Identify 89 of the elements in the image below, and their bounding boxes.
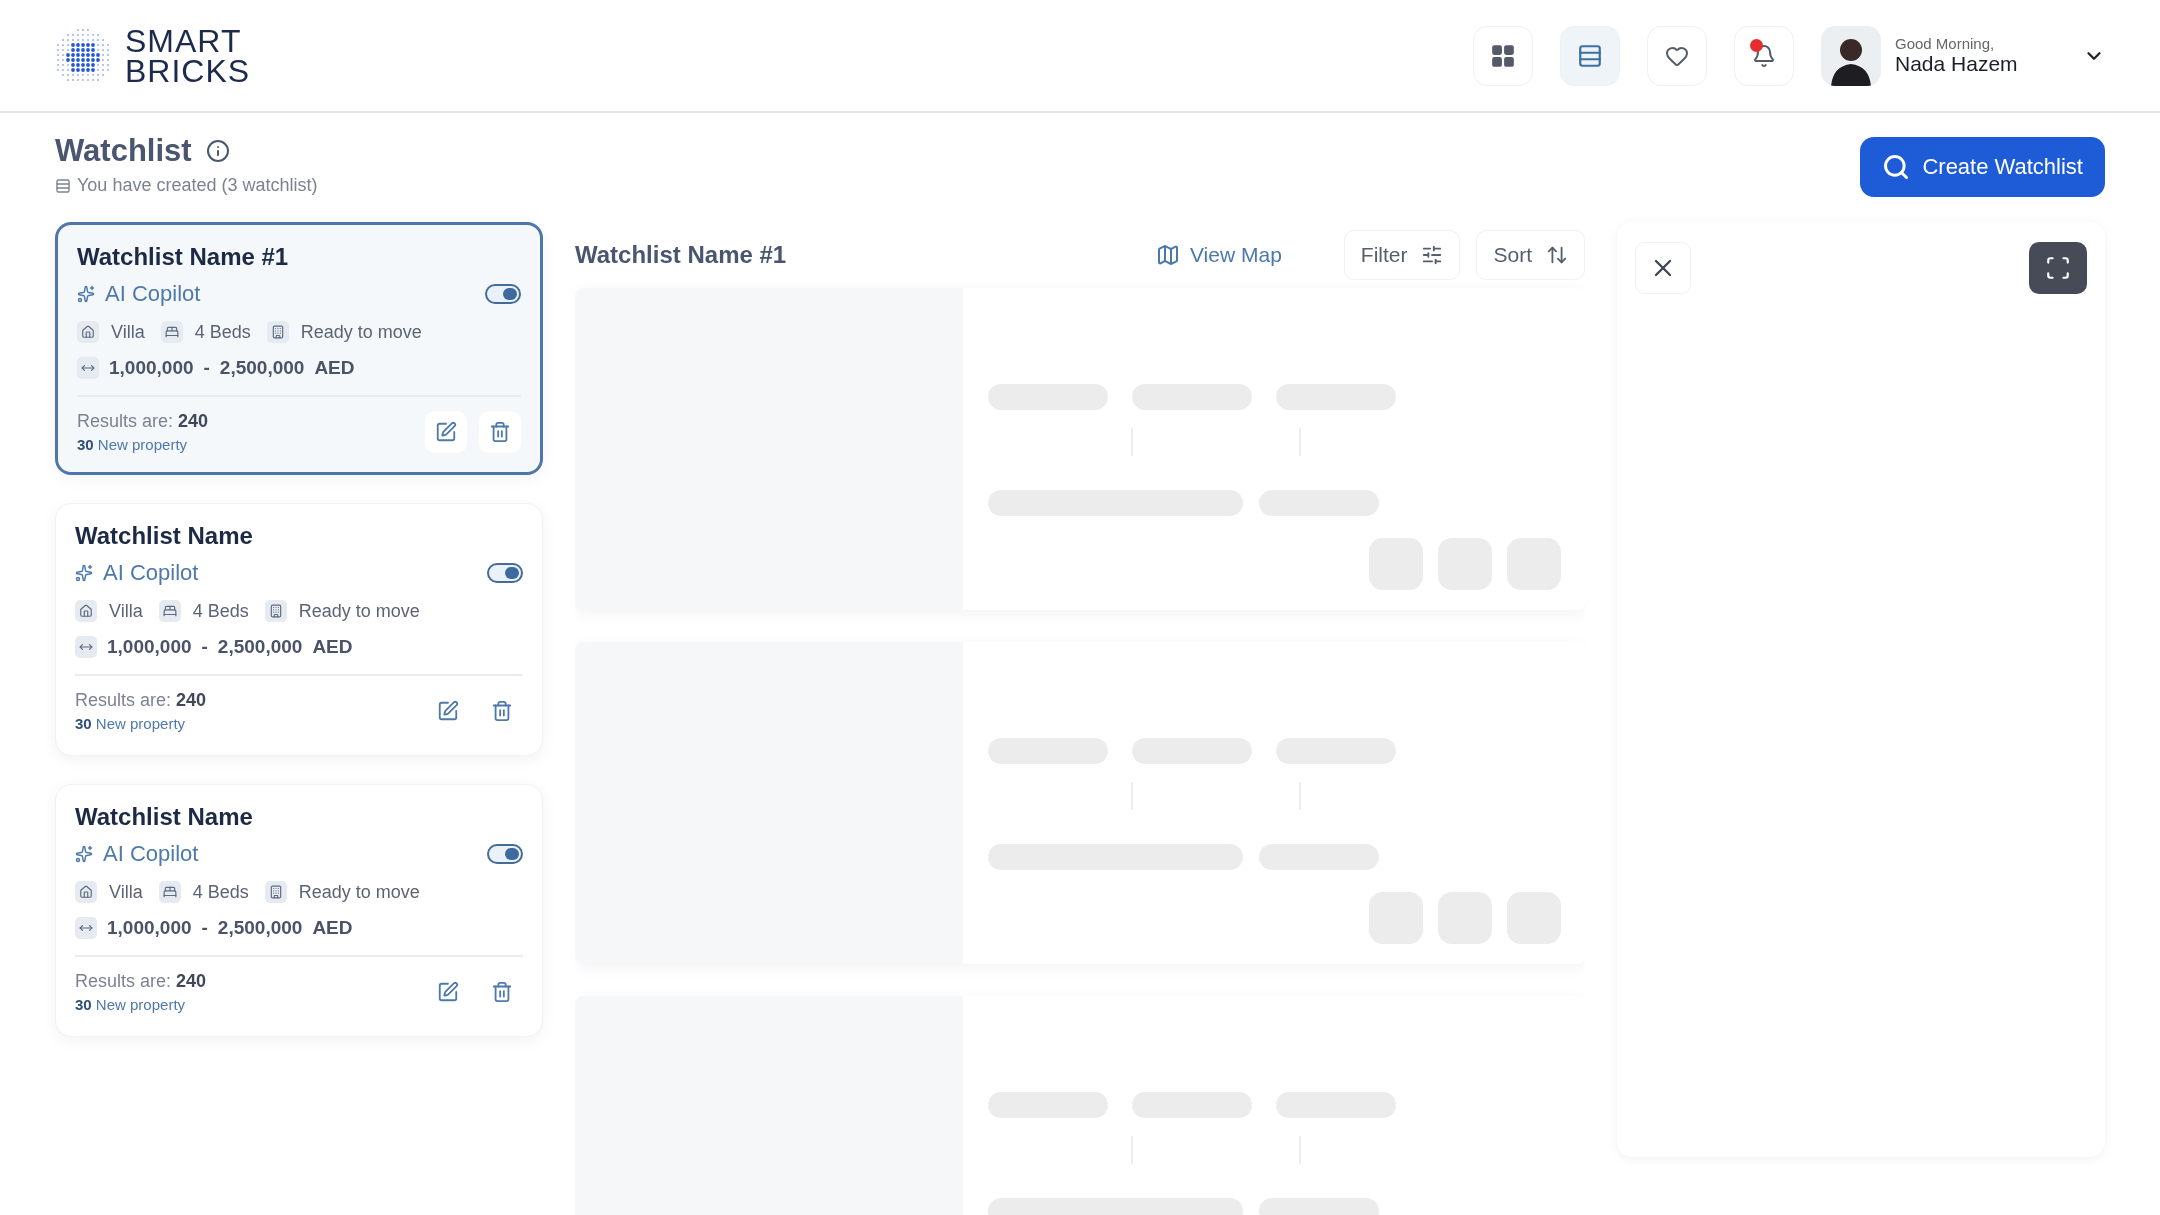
beds-count: 4 Beds	[192, 600, 249, 622]
pencil-icon	[435, 421, 457, 443]
filter-button[interactable]: Filter	[1343, 230, 1461, 280]
trash-icon	[491, 981, 513, 1003]
results-count: Results are: 240	[77, 411, 210, 432]
bed-icon	[158, 881, 181, 903]
copilot-label: AI Copilot	[103, 560, 199, 586]
currency: AED	[312, 917, 353, 939]
price-max: 2,500,000	[217, 917, 303, 939]
brand-name: SMART BRICKS	[125, 25, 251, 86]
bed-icon	[160, 321, 183, 343]
results-title: Watchlist Name #1	[575, 241, 788, 269]
watchlist-card[interactable]: Watchlist Name #1 AI Copilot Villa 4 Beds Ready to move 1,000,000 - 2,500,000 AED Results are: 240 30 New property	[55, 222, 543, 475]
notifications-button[interactable]	[1734, 25, 1794, 86]
sort-icon	[1546, 244, 1568, 266]
list-icon	[1577, 42, 1603, 69]
fullscreen-button[interactable]	[2029, 242, 2087, 294]
new-property-count: 30 New property	[75, 715, 187, 732]
copilot-label: AI Copilot	[103, 841, 199, 867]
trash-icon	[491, 700, 513, 722]
page-title: Watchlist	[55, 133, 192, 169]
new-property-count: 30 New property	[75, 996, 187, 1013]
delete-button[interactable]	[479, 411, 521, 453]
house-icon	[77, 321, 99, 343]
sliders-icon	[1421, 244, 1444, 266]
price-min: 1,000,000	[107, 636, 192, 658]
price-separator: -	[201, 917, 208, 939]
bell-icon	[1752, 43, 1776, 68]
price-max: 2,500,000	[219, 357, 305, 379]
copilot-label: AI Copilot	[105, 281, 201, 307]
watchlist-count: You have created (3 watchlist)	[77, 175, 318, 196]
view-map-link[interactable]: View Map	[1150, 242, 1288, 268]
sparkle-icon	[77, 285, 95, 303]
new-property-count: 30 New property	[77, 436, 189, 453]
beds-count: 4 Beds	[192, 881, 249, 903]
info-icon[interactable]	[205, 139, 230, 163]
property-status: Ready to move	[298, 881, 420, 903]
sparkle-icon	[75, 564, 93, 582]
bed-icon	[158, 600, 181, 622]
currency: AED	[312, 636, 353, 658]
copilot-toggle[interactable]	[487, 563, 523, 583]
map-icon	[1156, 243, 1180, 267]
user-name: Nada Hazem	[1895, 52, 2019, 76]
currency: AED	[314, 357, 355, 379]
watchlist-card[interactable]: Watchlist Name AI Copilot Villa 4 Beds Ready to move 1,000,000 - 2,500,000 AED Results are: 240 30 New property	[55, 784, 543, 1037]
range-icon	[75, 917, 97, 939]
pencil-icon	[437, 981, 459, 1003]
building-icon	[264, 600, 287, 622]
favorites-button[interactable]	[1647, 25, 1707, 86]
sparkle-icon	[75, 845, 93, 863]
beds-count: 4 Beds	[194, 321, 251, 343]
create-watchlist-button[interactable]: Create Watchlist	[1860, 137, 2105, 197]
watchlist-card[interactable]: Watchlist Name AI Copilot Villa 4 Beds Ready to move 1,000,000 - 2,500,000 AED Results are: 240 30 New property	[55, 503, 543, 756]
sort-button[interactable]: Sort	[1476, 230, 1585, 280]
property-type: Villa	[109, 881, 143, 903]
copilot-toggle[interactable]	[487, 844, 523, 864]
range-icon	[75, 636, 97, 658]
fullscreen-icon	[2045, 255, 2071, 281]
price-min: 1,000,000	[109, 357, 194, 379]
house-icon	[75, 881, 97, 903]
watchlist-button[interactable]	[1560, 25, 1620, 86]
trash-icon	[489, 421, 511, 443]
results-count: Results are: 240	[75, 971, 208, 992]
search-icon	[1882, 153, 1911, 181]
property-type: Villa	[109, 600, 143, 622]
watchlist-name: Watchlist Name	[75, 803, 254, 831]
price-separator: -	[203, 357, 210, 379]
close-button[interactable]	[1635, 242, 1691, 294]
property-status: Ready to move	[298, 600, 420, 622]
greeting: Good Morning,	[1895, 35, 1996, 52]
grid-icon	[1490, 42, 1516, 69]
watchlist-name: Watchlist Name	[75, 522, 254, 550]
price-max: 2,500,000	[217, 636, 303, 658]
edit-button[interactable]	[425, 411, 467, 453]
pencil-icon	[437, 700, 459, 722]
price-min: 1,000,000	[107, 917, 192, 939]
house-icon	[75, 600, 97, 622]
property-status: Ready to move	[300, 321, 422, 343]
range-icon	[77, 357, 99, 379]
building-icon	[266, 321, 289, 343]
list-icon	[55, 177, 71, 194]
price-separator: -	[201, 636, 208, 658]
dashboard-button[interactable]	[1473, 25, 1533, 86]
watchlist-name: Watchlist Name #1	[77, 243, 290, 271]
building-icon	[264, 881, 287, 903]
avatar	[1821, 25, 1881, 86]
results-count: Results are: 240	[75, 690, 208, 711]
copilot-toggle[interactable]	[485, 284, 521, 304]
property-type: Villa	[111, 321, 145, 343]
